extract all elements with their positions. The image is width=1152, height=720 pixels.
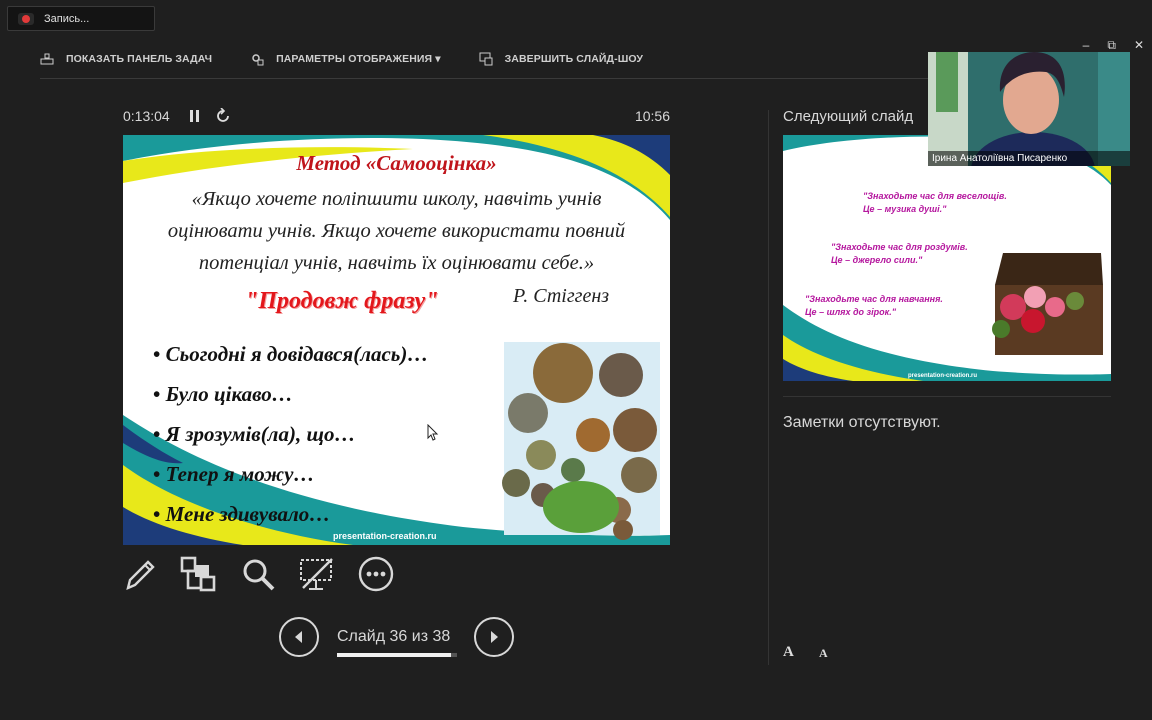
speaker-notes: Заметки отсутствуют.	[783, 414, 941, 431]
pen-icon[interactable]	[122, 556, 158, 592]
increase-font-button[interactable]: A	[783, 644, 794, 661]
zoom-icon[interactable]	[240, 556, 276, 592]
quote-line: оцінювати учнів. Якщо хочете використати…	[167, 220, 626, 242]
pause-timer-icon[interactable]	[189, 110, 200, 122]
recording-indicator[interactable]: Запись...	[7, 6, 155, 31]
next-slide-footer: presentation-creation.ru	[908, 373, 978, 379]
minimize-button[interactable]: –	[1083, 38, 1090, 53]
end-slideshow-label: ЗАВЕРШИТЬ СЛАЙД-ШОУ	[504, 53, 643, 65]
display-settings-icon	[252, 54, 264, 66]
elapsed-timer: 0:13:04	[123, 108, 170, 124]
show-taskbar-label: ПОКАЗАТЬ ПАНЕЛЬ ЗАДАЧ	[66, 53, 213, 65]
show-taskbar-button[interactable]: ПОКАЗАТЬ ПАНЕЛЬ ЗАДАЧ	[40, 53, 212, 65]
next-slide-preview[interactable]: "Знаходьте час для веселощів. Це – музик…	[783, 135, 1111, 381]
next-quote: "Знаходьте час для роздумів. Це – джерел…	[831, 241, 968, 267]
decrease-font-button[interactable]: A	[819, 646, 828, 661]
presenter-toolbar: ПОКАЗАТЬ ПАНЕЛЬ ЗАДАЧ ПАРАМЕТРЫ ОТОБРАЖЕ…	[40, 48, 681, 70]
arrow-left-icon	[295, 631, 302, 643]
bullet-item: Тепер я можу…	[153, 459, 428, 499]
webcam-video	[928, 52, 1130, 166]
more-icon[interactable]	[358, 556, 394, 592]
restart-timer-icon[interactable]	[215, 108, 231, 124]
display-settings-button[interactable]: ПАРАМЕТРЫ ОТОБРАЖЕНИЯ ▾	[250, 52, 441, 66]
current-slide: Метод «Самооцінка» «Якщо хочете поліпшит…	[123, 135, 670, 545]
end-slideshow-icon	[479, 52, 493, 66]
next-quote-line: Це – джерело сили."	[831, 255, 923, 265]
panel-divider	[768, 110, 769, 665]
next-quote-line: Це – шлях до зірок."	[805, 307, 896, 317]
slides-grid-icon[interactable]	[180, 556, 216, 592]
next-slide-button[interactable]	[474, 617, 514, 657]
next-quote: "Знаходьте час для навчання. Це – шлях д…	[805, 293, 943, 319]
bullet-list: Сьогодні я довідався(лась)… Було цікаво……	[153, 339, 429, 539]
slide-quote: «Якщо хочете поліпшити школу, навчіть уч…	[123, 183, 670, 279]
next-slide-label: Следующий слайд	[783, 108, 914, 125]
mouse-cursor-icon	[427, 424, 439, 441]
next-quote-line: Це – музика душі."	[863, 204, 947, 214]
quote-author: Р. Стіггенз	[513, 285, 610, 307]
webcam-preview: Ірина Анатоліївна Писаренко	[928, 52, 1130, 166]
slide-title: Метод «Самооцінка»	[296, 151, 497, 175]
record-icon	[18, 12, 34, 25]
slide-counter: Слайд 36 из 38	[337, 628, 451, 645]
bullet-item: Сьогодні я довідався(лась)…	[153, 339, 429, 379]
display-settings-label: ПАРАМЕТРЫ ОТОБРАЖЕНИЯ ▾	[276, 53, 441, 65]
slide-subtitle: "Продовж фразу"	[245, 288, 439, 314]
webcam-name-label: Ірина Анатоліївна Писаренко	[928, 151, 1130, 166]
quote-line: потенціал учнів, навчіть їх оцінювати се…	[198, 252, 595, 274]
close-button[interactable]: ✕	[1134, 38, 1144, 53]
recording-label: Запись...	[44, 12, 90, 25]
window-controls: – ⧉ ✕	[1083, 38, 1144, 53]
next-quote: "Знаходьте час для веселощів. Це – музик…	[863, 190, 1007, 216]
end-slideshow-button[interactable]: ЗАВЕРШИТЬ СЛАЙД-ШОУ	[479, 52, 643, 66]
next-quote-line: "Знаходьте час для навчання.	[805, 294, 943, 304]
quote-line: «Якщо хочете поліпшити школу, навчіть уч…	[191, 188, 602, 210]
next-quote-line: "Знаходьте час для веселощів.	[863, 191, 1007, 201]
slide-footer: presentation-creation.ru	[333, 531, 437, 541]
previous-slide-button[interactable]	[279, 617, 319, 657]
black-screen-icon[interactable]	[299, 556, 335, 592]
slide-progress-fill	[337, 653, 451, 657]
bullet-item: Я зрозумів(ла), що…	[153, 419, 428, 459]
notes-divider	[783, 396, 1111, 397]
taskbar-icon	[40, 53, 54, 65]
next-quote-line: "Знаходьте час для роздумів.	[831, 242, 968, 252]
arrow-right-icon	[491, 631, 498, 643]
bullet-item: Було цікаво…	[153, 379, 428, 419]
restore-button[interactable]: ⧉	[1107, 38, 1116, 53]
clock: 10:56	[634, 108, 670, 124]
